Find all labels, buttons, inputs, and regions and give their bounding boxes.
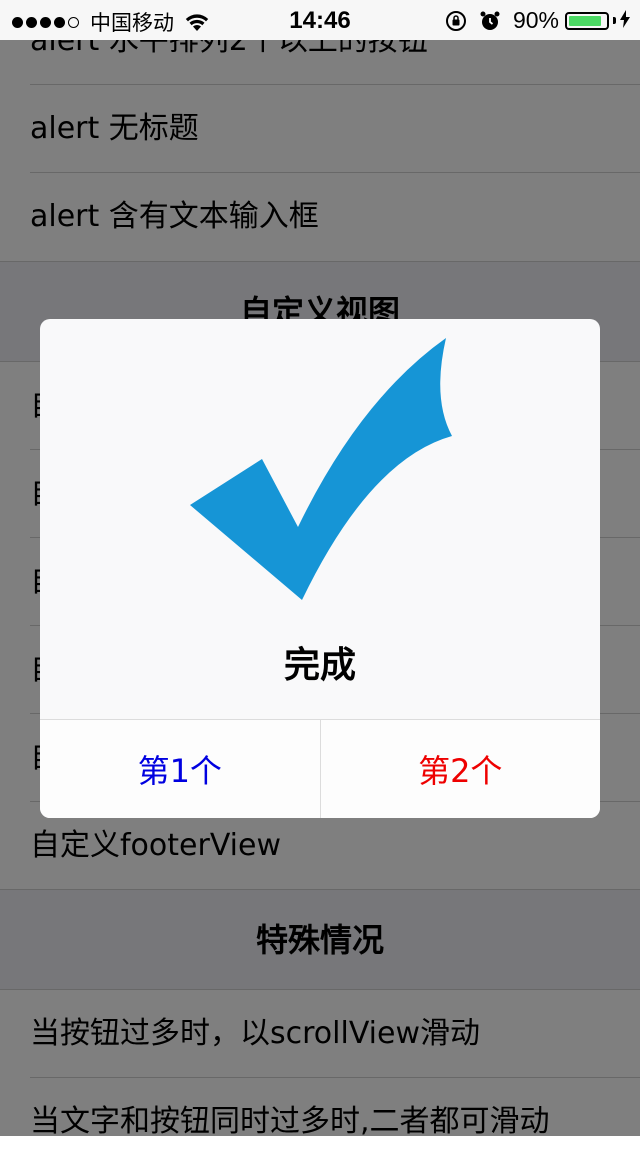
status-bar: 中国移动 14:46 90%	[0, 0, 640, 40]
orientation-lock-icon	[445, 10, 467, 32]
alert-title: 完成	[283, 645, 356, 686]
status-bar-right: 90%	[445, 7, 630, 34]
alert-button-first[interactable]: 第1个	[40, 720, 320, 818]
checkmark-icon	[190, 338, 452, 600]
battery-fill	[569, 15, 602, 26]
battery-percentage: 90%	[512, 7, 559, 33]
alert-button-second[interactable]: 第2个	[319, 720, 600, 818]
alert-button-bar: 第1个 第2个	[40, 719, 600, 818]
alert-dialog: 完成 第1个 第2个	[40, 319, 600, 818]
battery-cap	[613, 17, 616, 24]
charging-icon	[620, 7, 630, 34]
alarm-icon	[479, 10, 501, 32]
alert-image	[40, 319, 600, 639]
battery-icon	[565, 11, 609, 30]
